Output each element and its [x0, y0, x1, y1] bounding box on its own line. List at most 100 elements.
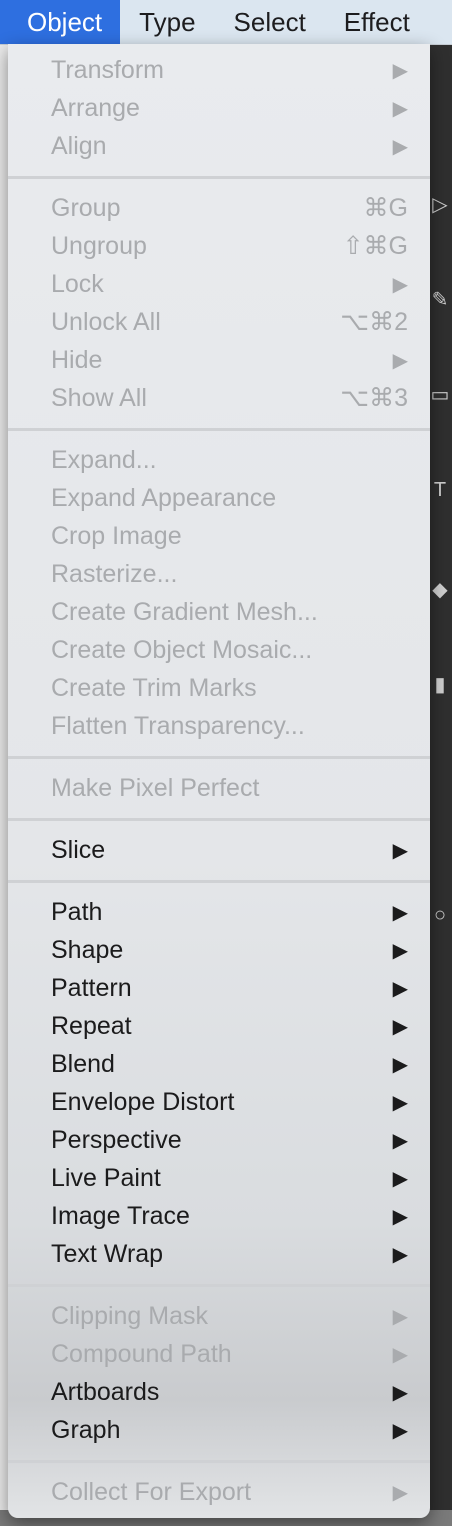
eraser-tool-icon: ◆ [432, 579, 448, 601]
menu-item-create-gradient-mesh[interactable]: Create Gradient Mesh... [8, 593, 430, 631]
menu-separator [8, 1460, 430, 1463]
submenu-arrow-icon: ▶ [392, 59, 408, 82]
direct-selection-tool-icon: ▷ [432, 194, 448, 216]
menu-item-make-pixel-perfect[interactable]: Make Pixel Perfect [8, 769, 430, 807]
menu-item-group[interactable]: Group ⌘G [8, 189, 430, 227]
menu-item-shortcut: ⇧⌘G [342, 232, 408, 260]
menubar-effect[interactable]: Effect [325, 0, 429, 44]
zoom-tool-icon: ○ [433, 904, 447, 926]
menu-item-expand[interactable]: Expand... [8, 441, 430, 479]
menu-item-label: Show All [51, 383, 147, 412]
menu-item-arrange[interactable]: Arrange ▶ [8, 89, 430, 127]
menu-item-blend[interactable]: Blend ▶ [8, 1045, 430, 1083]
menubar-object[interactable]: Object [0, 0, 121, 44]
menu-item-label: Pattern [51, 973, 132, 1002]
menu-separator [8, 818, 430, 821]
menu-item-label: Perspective [51, 1125, 182, 1154]
object-dropdown-menu: Transform ▶ Arrange ▶ Align ▶ Group ⌘G Ungroup ⇧⌘… [8, 44, 430, 1518]
submenu-arrow-icon: ▶ [392, 273, 408, 296]
menubar-type[interactable]: Type [120, 0, 214, 44]
submenu-arrow-icon: ▶ [392, 1015, 408, 1038]
submenu-arrow-icon: ▶ [392, 1381, 408, 1404]
menu-item-ungroup[interactable]: Ungroup ⇧⌘G [8, 227, 430, 265]
menu-item-label: Shape [51, 935, 124, 964]
menu-item-pattern[interactable]: Pattern ▶ [8, 969, 430, 1007]
menu-separator [8, 756, 430, 759]
submenu-arrow-icon: ▶ [392, 901, 408, 924]
rectangle-tool-icon: ▭ [430, 384, 450, 406]
menu-item-label: Live Paint [51, 1163, 161, 1192]
menu-item-label: Create Object Mosaic... [51, 635, 313, 664]
menu-item-hide[interactable]: Hide ▶ [8, 341, 430, 379]
menu-item-label: Graph [51, 1415, 121, 1444]
gradient-tool-icon: ▮ [434, 674, 446, 696]
menubar-select[interactable]: Select [215, 0, 325, 44]
menu-item-shortcut: ⌘G [363, 194, 408, 222]
menu-item-lock[interactable]: Lock ▶ [8, 265, 430, 303]
submenu-arrow-icon: ▶ [392, 1091, 408, 1114]
submenu-arrow-icon: ▶ [392, 349, 408, 372]
menu-item-envelope-distort[interactable]: Envelope Distort ▶ [8, 1083, 430, 1121]
menu-item-path[interactable]: Path ▶ [8, 893, 430, 931]
menu-item-crop-image[interactable]: Crop Image [8, 517, 430, 555]
pen-tool-icon: ✎ [431, 289, 449, 311]
menu-item-label: Path [51, 897, 103, 926]
submenu-arrow-icon: ▶ [392, 1243, 408, 1266]
menu-item-unlock-all[interactable]: Unlock All ⌥⌘2 [8, 303, 430, 341]
menu-item-label: Ungroup [51, 231, 147, 260]
submenu-arrow-icon: ▶ [392, 939, 408, 962]
menu-item-repeat[interactable]: Repeat ▶ [8, 1007, 430, 1045]
menu-item-label: Rasterize... [51, 559, 178, 588]
menu-item-label: Arrange [51, 93, 140, 122]
submenu-arrow-icon: ▶ [392, 1343, 408, 1366]
menu-item-clipping-mask[interactable]: Clipping Mask ▶ [8, 1297, 430, 1335]
menu-item-label: Make Pixel Perfect [51, 773, 260, 802]
menu-item-label: Slice [51, 835, 106, 864]
menu-item-label: Clipping Mask [51, 1301, 209, 1330]
menu-item-label: Unlock All [51, 307, 161, 336]
menu-item-image-trace[interactable]: Image Trace ▶ [8, 1197, 430, 1235]
menu-item-show-all[interactable]: Show All ⌥⌘3 [8, 379, 430, 417]
menu-item-shape[interactable]: Shape ▶ [8, 931, 430, 969]
menu-item-label: Create Gradient Mesh... [51, 597, 318, 626]
menu-item-label: Hide [51, 345, 103, 374]
menu-bar: Object Type Select Effect [0, 0, 452, 45]
menu-item-label: Crop Image [51, 521, 182, 550]
menu-item-expand-appearance[interactable]: Expand Appearance [8, 479, 430, 517]
submenu-arrow-icon: ▶ [392, 839, 408, 862]
menu-item-label: Expand... [51, 445, 157, 474]
menu-item-label: Repeat [51, 1011, 132, 1040]
submenu-arrow-icon: ▶ [392, 1481, 408, 1504]
menu-item-graph[interactable]: Graph ▶ [8, 1411, 430, 1449]
menu-item-shortcut: ⌥⌘3 [340, 384, 408, 412]
menu-item-live-paint[interactable]: Live Paint ▶ [8, 1159, 430, 1197]
menu-item-label: Text Wrap [51, 1239, 164, 1268]
menu-item-rasterize[interactable]: Rasterize... [8, 555, 430, 593]
menu-item-align[interactable]: Align ▶ [8, 127, 430, 165]
menu-item-slice[interactable]: Slice ▶ [8, 831, 430, 869]
menu-item-shortcut: ⌥⌘2 [340, 308, 408, 336]
submenu-arrow-icon: ▶ [392, 1053, 408, 1076]
menu-item-flatten-transparency[interactable]: Flatten Transparency... [8, 707, 430, 745]
background-toolbar: ▷ ✎ ▭ T ◆ ▮ ○ [428, 44, 452, 1526]
menu-item-label: Lock [51, 269, 104, 298]
menu-item-label: Align [51, 131, 107, 160]
submenu-arrow-icon: ▶ [392, 97, 408, 120]
menu-item-label: Image Trace [51, 1201, 190, 1230]
menu-item-label: Flatten Transparency... [51, 711, 305, 740]
menu-item-create-object-mosaic[interactable]: Create Object Mosaic... [8, 631, 430, 669]
menu-separator [8, 176, 430, 179]
menu-item-compound-path[interactable]: Compound Path ▶ [8, 1335, 430, 1373]
menu-item-text-wrap[interactable]: Text Wrap ▶ [8, 1235, 430, 1273]
menu-item-collect-for-export[interactable]: Collect For Export ▶ [8, 1473, 430, 1511]
menu-item-label: Blend [51, 1049, 115, 1078]
menu-item-artboards[interactable]: Artboards ▶ [8, 1373, 430, 1411]
type-tool-icon: T [433, 479, 447, 501]
menu-item-label: Create Trim Marks [51, 673, 257, 702]
submenu-arrow-icon: ▶ [392, 135, 408, 158]
menu-item-perspective[interactable]: Perspective ▶ [8, 1121, 430, 1159]
menu-item-transform[interactable]: Transform ▶ [8, 51, 430, 89]
menu-separator [8, 428, 430, 431]
menu-item-label: Expand Appearance [51, 483, 277, 512]
menu-item-create-trim-marks[interactable]: Create Trim Marks [8, 669, 430, 707]
